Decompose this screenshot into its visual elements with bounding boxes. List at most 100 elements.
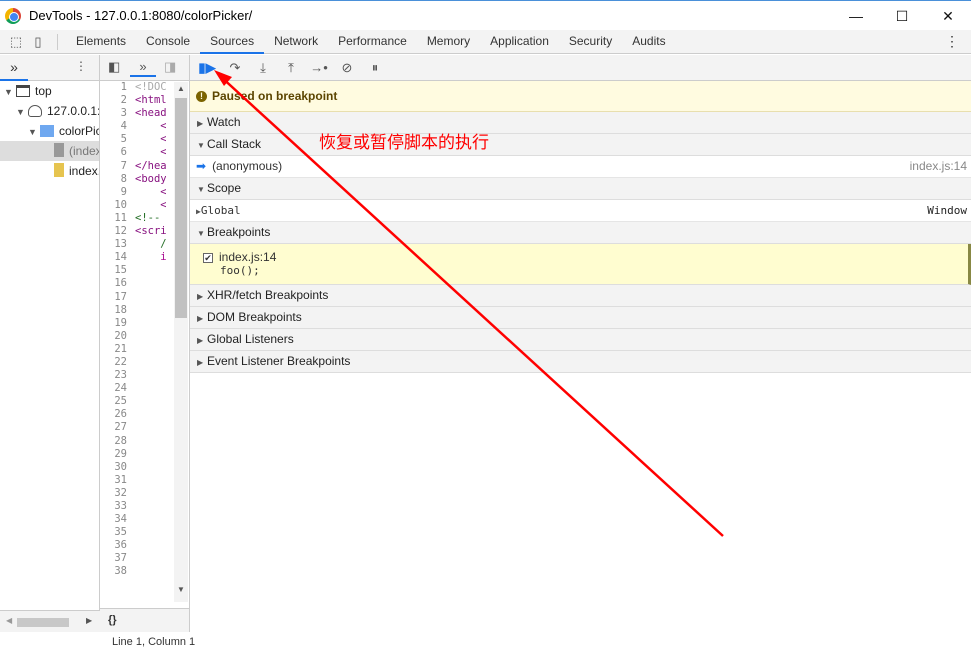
tab-network[interactable]: Network bbox=[264, 30, 328, 54]
line-number[interactable]: 9 bbox=[100, 186, 129, 199]
close-button[interactable]: ✕ bbox=[925, 1, 971, 31]
step-over-button[interactable]: ↷ bbox=[226, 60, 244, 76]
tree-item-index-html[interactable]: (index) bbox=[0, 141, 99, 161]
line-number[interactable]: 28 bbox=[100, 435, 129, 448]
line-number[interactable]: 25 bbox=[100, 395, 129, 408]
line-number[interactable]: 21 bbox=[100, 343, 129, 356]
line-number[interactable]: 8 bbox=[100, 173, 129, 186]
line-number[interactable]: 26 bbox=[100, 408, 129, 421]
paused-banner: ! Paused on breakpoint bbox=[190, 81, 971, 112]
tab-security[interactable]: Security bbox=[559, 30, 622, 54]
line-number[interactable]: 17 bbox=[100, 291, 129, 304]
tab-performance[interactable]: Performance bbox=[328, 30, 417, 54]
code-text: <scrip bbox=[135, 225, 166, 238]
breakpoint-checkbox[interactable]: ✔ bbox=[203, 253, 213, 263]
line-number[interactable]: 7 bbox=[100, 160, 129, 173]
line-number[interactable]: 11 bbox=[100, 212, 129, 225]
tab-application[interactable]: Application bbox=[480, 30, 559, 54]
line-number[interactable]: 3 bbox=[100, 107, 129, 120]
minimize-button[interactable]: — bbox=[833, 1, 879, 31]
line-number[interactable]: 13 bbox=[100, 238, 129, 251]
section-xhr-breakpoints[interactable]: ▶ XHR/fetch Breakpoints bbox=[190, 285, 971, 307]
section-breakpoints[interactable]: ▼ Breakpoints bbox=[190, 222, 971, 244]
section-watch[interactable]: ▶ Watch bbox=[190, 112, 971, 134]
line-number[interactable]: 6 bbox=[100, 146, 129, 159]
line-number[interactable]: 29 bbox=[100, 448, 129, 461]
step-into-button[interactable]: ⤓ bbox=[254, 60, 272, 76]
section-event-listener-breakpoints[interactable]: ▶ Event Listener Breakpoints bbox=[190, 351, 971, 373]
toggle-navigator-icon[interactable]: ◧ bbox=[108, 59, 120, 75]
code-text: </head bbox=[135, 159, 166, 172]
line-number[interactable]: 2 bbox=[100, 94, 129, 107]
more-tabs-icon[interactable]: » bbox=[0, 55, 28, 81]
inspect-element-icon[interactable]: ⬚ bbox=[5, 34, 27, 50]
line-number[interactable]: 16 bbox=[100, 277, 129, 290]
more-options-icon[interactable]: ⋮ bbox=[945, 33, 959, 50]
line-number[interactable]: 36 bbox=[100, 539, 129, 552]
frame-location[interactable]: index.js:14 bbox=[910, 156, 967, 177]
call-frame[interactable]: ➡ (anonymous) index.js:14 bbox=[190, 156, 971, 178]
more-files-icon[interactable]: » bbox=[130, 55, 156, 77]
line-number[interactable]: 15 bbox=[100, 264, 129, 277]
line-number[interactable]: 20 bbox=[100, 330, 129, 343]
line-number[interactable]: 24 bbox=[100, 382, 129, 395]
line-number[interactable]: 38 bbox=[100, 565, 129, 578]
tab-console[interactable]: Console bbox=[136, 30, 200, 54]
line-number[interactable]: 22 bbox=[100, 356, 129, 369]
tab-elements[interactable]: Elements bbox=[66, 30, 136, 54]
scope-global[interactable]: ▶Global Window bbox=[190, 200, 971, 222]
cursor-position: Line 1, Column 1 bbox=[112, 636, 196, 648]
line-number[interactable]: 33 bbox=[100, 500, 129, 513]
tab-sources[interactable]: Sources bbox=[200, 30, 265, 54]
line-number[interactable]: 14 bbox=[100, 251, 129, 264]
device-toolbar-icon[interactable]: ▯ bbox=[27, 34, 49, 50]
line-number[interactable]: 32 bbox=[100, 487, 129, 500]
navigator-menu-icon[interactable]: ⋮ bbox=[75, 59, 87, 73]
line-number[interactable]: 34 bbox=[100, 513, 129, 526]
line-number[interactable]: 10 bbox=[100, 199, 129, 212]
line-number[interactable]: 37 bbox=[100, 552, 129, 565]
pause-on-exceptions-button[interactable]: ⏸ bbox=[366, 60, 384, 76]
horizontal-scrollbar[interactable]: ◀ ▶ bbox=[0, 610, 100, 632]
line-number[interactable]: 23 bbox=[100, 369, 129, 382]
section-dom-breakpoints[interactable]: ▶ DOM Breakpoints bbox=[190, 307, 971, 329]
tree-item-origin[interactable]: ▼ 127.0.0.1:8080 bbox=[0, 101, 99, 121]
section-global-listeners[interactable]: ▶ Global Listeners bbox=[190, 329, 971, 351]
section-label: XHR/fetch Breakpoints bbox=[207, 288, 329, 302]
tree-item-top[interactable]: ▼ top bbox=[0, 81, 99, 101]
folder-icon bbox=[40, 125, 54, 137]
section-scope[interactable]: ▼ Scope bbox=[190, 178, 971, 200]
tree-item-index-js[interactable]: index.js bbox=[0, 161, 99, 181]
devtools-tab-bar: ⬚ ▯ Elements Console Sources Network Per… bbox=[0, 30, 971, 54]
line-number[interactable]: 18 bbox=[100, 304, 129, 317]
step-out-button[interactable]: ⤒ bbox=[282, 60, 300, 76]
chrome-logo-icon bbox=[5, 7, 21, 24]
deactivate-breakpoints-button[interactable]: ⊘ bbox=[338, 60, 356, 76]
section-call-stack[interactable]: ▼ Call Stack bbox=[190, 134, 971, 156]
breakpoint-item[interactable]: ✔ index.js:14 foo(); bbox=[190, 244, 971, 285]
line-number[interactable]: 4 bbox=[100, 120, 129, 133]
line-number[interactable]: 31 bbox=[100, 474, 129, 487]
code-editor[interactable]: ◧ » ◨ 1 <!DOCTYPE 2 <html 3 <head> 4 <m 5 <m 6 <… bbox=[100, 55, 195, 648]
step-button[interactable]: →• bbox=[310, 60, 328, 75]
line-number[interactable]: 12 bbox=[100, 225, 129, 238]
vertical-scrollbar[interactable]: ▲ ▼ bbox=[174, 82, 188, 602]
resume-pause-button[interactable]: ▮▶ bbox=[198, 60, 216, 76]
maximize-button[interactable]: ☐ bbox=[879, 1, 925, 31]
line-number[interactable]: 27 bbox=[100, 421, 129, 434]
pretty-print-button[interactable]: {} bbox=[108, 614, 117, 626]
tab-audits[interactable]: Audits bbox=[622, 30, 675, 54]
tree-item-folder[interactable]: ▼ colorPicker bbox=[0, 121, 99, 141]
line-number[interactable]: 30 bbox=[100, 461, 129, 474]
line-number[interactable]: 19 bbox=[100, 317, 129, 330]
line-number[interactable]: 5 bbox=[100, 133, 129, 146]
line-number[interactable]: 35 bbox=[100, 526, 129, 539]
line-number[interactable]: 1 bbox=[100, 81, 129, 94]
tab-memory[interactable]: Memory bbox=[417, 30, 480, 54]
toggle-debugger-icon[interactable]: ◨ bbox=[164, 59, 176, 75]
